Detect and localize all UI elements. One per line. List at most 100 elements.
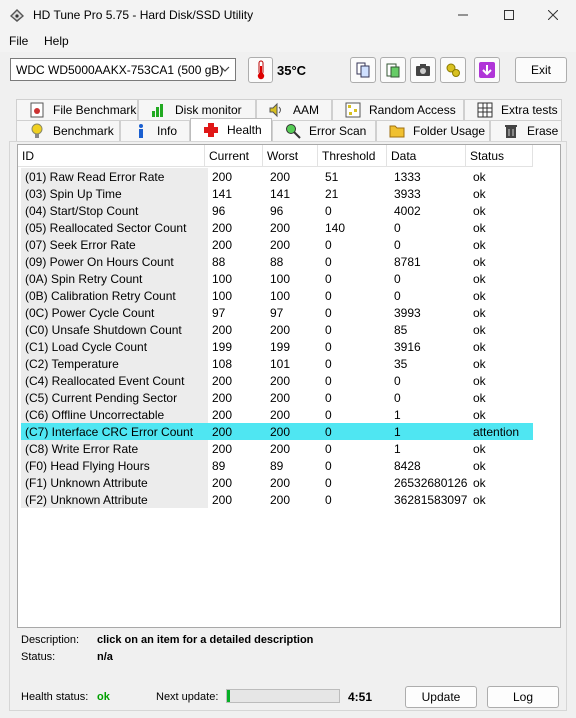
table-cell: ok — [473, 442, 486, 456]
table-cell: 88 — [270, 255, 284, 269]
table-cell: 101 — [270, 357, 291, 371]
table-cell: 200 — [212, 221, 233, 235]
table-cell: 0 — [325, 238, 332, 252]
column-header[interactable]: ID — [18, 145, 205, 167]
table-cell: attention — [469, 423, 533, 440]
table-cell: 0 — [325, 357, 332, 371]
copy-icon — [356, 62, 370, 78]
table-cell: 200 — [270, 493, 291, 507]
table-cell: 200 — [212, 374, 233, 388]
table-cell: 96 — [212, 204, 226, 218]
copy-info-button[interactable] — [380, 57, 406, 83]
status-value: n/a — [97, 651, 113, 663]
tab-error-scan[interactable]: Error Scan — [272, 120, 376, 141]
table-cell: ok — [473, 306, 486, 320]
table-cell: 0 — [325, 289, 332, 303]
screenshot-button[interactable] — [410, 57, 436, 83]
bar-chart-icon — [152, 104, 163, 117]
table-row[interactable]: (0C) Power Cycle Count 97 97 0 3993 ok — [18, 304, 560, 321]
table-row[interactable]: (03) Spin Up Time 141 141 21 3933 ok — [18, 185, 560, 202]
table-cell: (C8) Write Error Rate — [21, 440, 208, 457]
tab-health[interactable]: Health — [190, 118, 272, 141]
column-header[interactable]: Worst — [263, 145, 318, 167]
chevron-down-icon — [220, 66, 230, 72]
temperature-button[interactable] — [248, 57, 273, 83]
table-cell: 0 — [325, 391, 332, 405]
tab-random-access[interactable]: Random Access — [332, 99, 464, 120]
table-row[interactable]: (07) Seek Error Rate 200 200 0 0 ok — [18, 236, 560, 253]
column-header[interactable]: Threshold — [318, 145, 387, 167]
save-button[interactable] — [474, 57, 500, 83]
table-row[interactable]: (05) Reallocated Sector Count 200 200 140 0 o… — [18, 219, 560, 236]
table-cell: ok — [473, 255, 486, 269]
log-button[interactable]: Log — [487, 686, 559, 708]
tab-info[interactable]: Info — [120, 120, 190, 141]
tab-label: Benchmark — [53, 124, 114, 138]
menu-help[interactable]: Help — [44, 34, 69, 48]
minimize-button[interactable] — [440, 0, 486, 30]
tab-label: Folder Usage — [413, 124, 486, 138]
copy-text-button[interactable] — [350, 57, 376, 83]
tab-extra-tests[interactable]: Extra tests — [464, 99, 562, 120]
progress-fill — [227, 690, 231, 702]
table-cell: 200 — [212, 323, 233, 337]
tab-erase[interactable]: Erase — [490, 120, 562, 141]
table-cell: 200 — [208, 423, 266, 440]
description-label: Description: — [21, 634, 80, 646]
title-bar: HD Tune Pro 5.75 - Hard Disk/SSD Utility — [0, 0, 576, 30]
tab-disk-monitor[interactable]: Disk monitor — [138, 99, 256, 120]
column-header[interactable]: Data — [387, 145, 466, 167]
gears-icon — [446, 63, 460, 77]
minimize-icon — [458, 14, 468, 16]
table-row[interactable]: (C4) Reallocated Event Count 200 200 0 0 ok — [18, 372, 560, 389]
table-cell: 200 — [212, 238, 233, 252]
table-row[interactable]: (09) Power On Hours Count 88 88 0 8781 ok — [18, 253, 560, 270]
tab-label: Extra tests — [501, 103, 558, 117]
table-cell: 200 — [270, 170, 291, 184]
table-cell: (09) Power On Hours Count — [21, 253, 208, 270]
table-row[interactable]: (C1) Load Cycle Count 199 199 0 3916 ok — [18, 338, 560, 355]
tab-label: Disk monitor — [175, 103, 242, 117]
table-row[interactable]: (F1) Unknown Attribute 200 200 0 26532680126… — [18, 474, 560, 491]
maximize-button[interactable] — [486, 0, 532, 30]
table-row[interactable]: (C8) Write Error Rate 200 200 0 1 ok — [18, 440, 560, 457]
table-row[interactable]: (0B) Calibration Retry Count 100 100 0 0 ok — [18, 287, 560, 304]
table-row[interactable]: (04) Start/Stop Count 96 96 0 4002 ok — [18, 202, 560, 219]
table-cell: 0 — [394, 289, 401, 303]
table-cell: 199 — [270, 340, 291, 354]
trash-icon — [505, 125, 517, 138]
table-row[interactable]: (01) Raw Read Error Rate 200 200 51 1333 ok — [18, 168, 560, 185]
table-cell: 1 — [394, 442, 401, 456]
exit-button[interactable]: Exit — [515, 57, 567, 83]
table-cell: (C0) Unsafe Shutdown Count — [21, 321, 208, 338]
column-header[interactable]: Current — [205, 145, 263, 167]
tab-aam[interactable]: AAM — [256, 99, 332, 120]
table-row[interactable]: (C2) Temperature 108 101 0 35 ok — [18, 355, 560, 372]
table-row[interactable]: (C0) Unsafe Shutdown Count 200 200 0 85 ok — [18, 321, 560, 338]
column-header[interactable]: Status — [466, 145, 533, 167]
table-row[interactable]: (C6) Offline Uncorrectable 200 200 0 1 ok — [18, 406, 560, 423]
table-cell: ok — [473, 340, 486, 354]
table-row[interactable]: (C5) Current Pending Sector 200 200 0 0 ok — [18, 389, 560, 406]
close-button[interactable] — [530, 0, 576, 30]
table-row[interactable]: (C7) Interface CRC Error Count 200 200 0 1 at… — [18, 423, 560, 440]
options-button[interactable] — [440, 57, 466, 83]
table-row[interactable]: (0A) Spin Retry Count 100 100 0 0 ok — [18, 270, 560, 287]
tab-benchmark[interactable]: Benchmark — [16, 120, 120, 141]
smart-attributes-table[interactable]: ID Current Worst Threshold Data Status (01) R… — [17, 144, 561, 628]
toolbar: WDC WD5000AAKX-753CA1 (500 gB) 35°C Exit — [0, 52, 576, 90]
update-progress-bar — [226, 689, 340, 703]
table-row[interactable]: (F2) Unknown Attribute 200 200 0 36281583097… — [18, 491, 560, 508]
menu-file[interactable]: File — [9, 34, 28, 48]
tab-file-benchmark[interactable]: File Benchmark — [16, 99, 138, 120]
table-cell: 141 — [270, 187, 291, 201]
table-cell: 0 — [325, 323, 332, 337]
temperature-value: 35°C — [277, 63, 307, 78]
tab-label: Erase — [527, 124, 559, 138]
update-button[interactable]: Update — [405, 686, 477, 708]
tab-folder-usage[interactable]: Folder Usage — [376, 120, 490, 141]
drive-select[interactable]: WDC WD5000AAKX-753CA1 (500 gB) — [10, 58, 236, 81]
table-cell: (F0) Head Flying Hours — [21, 457, 208, 474]
table-row[interactable]: (F0) Head Flying Hours 89 89 0 8428 ok — [18, 457, 560, 474]
table-cell: 0 — [325, 493, 332, 507]
